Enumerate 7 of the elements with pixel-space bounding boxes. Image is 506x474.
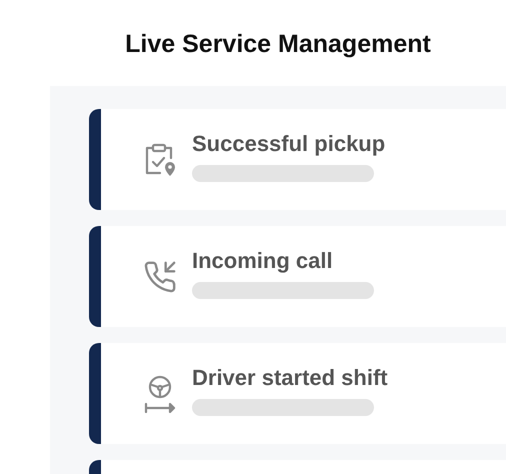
event-title: Driver started shift [192,365,388,391]
event-title: Incoming call [192,248,334,274]
clipboard-pin-icon [143,142,177,176]
page-title: Live Service Management [125,29,431,60]
incoming-call-icon [143,260,177,294]
event-title: Successful pickup [192,131,386,157]
steering-wheel-icon [143,374,177,412]
